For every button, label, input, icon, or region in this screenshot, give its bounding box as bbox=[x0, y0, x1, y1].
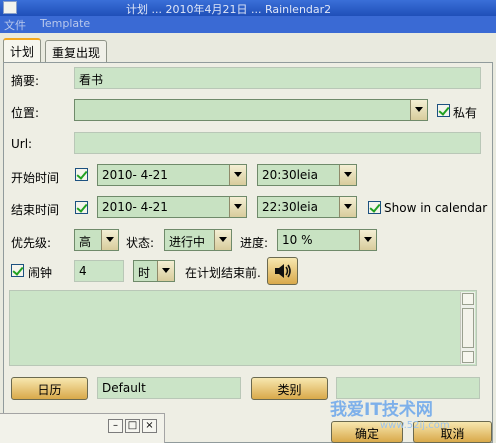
priority-select[interactable]: 高 bbox=[74, 229, 119, 251]
scroll-down-icon[interactable] bbox=[462, 351, 474, 363]
private-label: 私有 bbox=[453, 106, 478, 120]
window-title: 计划 ... 2010年4月21日 ... Rainlendar2 bbox=[126, 3, 332, 16]
menu-template[interactable]: Template bbox=[40, 17, 90, 30]
alarm-checkbox[interactable] bbox=[11, 264, 24, 277]
summary-input[interactable]: 看书 bbox=[74, 67, 481, 89]
chevron-down-icon[interactable] bbox=[214, 230, 231, 250]
end-time-value: 22:30leia bbox=[262, 200, 318, 214]
end-date-value: 2010- 4-21 bbox=[102, 200, 168, 214]
status-select[interactable]: 进行中 bbox=[164, 229, 232, 251]
menu-file[interactable]: 文件 bbox=[4, 17, 26, 33]
alarm-label: 闹钟 bbox=[28, 266, 53, 280]
progress-value: 10 % bbox=[282, 233, 313, 247]
watermark-brand: 我爱IT技术网 bbox=[330, 400, 433, 420]
chevron-down-icon[interactable] bbox=[339, 165, 356, 185]
url-input[interactable] bbox=[74, 132, 481, 154]
start-time-value: 20:30leia bbox=[262, 168, 318, 182]
priority-value: 高 bbox=[79, 235, 92, 249]
alarm-amount-input[interactable]: 4 bbox=[74, 260, 124, 282]
chevron-down-icon[interactable] bbox=[410, 100, 427, 120]
location-select[interactable] bbox=[74, 99, 428, 121]
summary-label: 摘要: bbox=[11, 74, 40, 88]
tab-strip: 计划 重复出现 bbox=[0, 33, 496, 63]
end-time-label: 结束时间 bbox=[11, 203, 60, 217]
chevron-down-icon[interactable] bbox=[229, 165, 246, 185]
start-time-label: 开始时间 bbox=[11, 171, 60, 185]
background-window: – □ × bbox=[0, 413, 165, 443]
status-label: 状态: bbox=[126, 236, 155, 250]
tab-recurrence[interactable]: 重复出现 bbox=[45, 40, 107, 62]
tab-plan[interactable]: 计划 bbox=[3, 38, 42, 63]
start-time-select[interactable]: 20:30leia bbox=[257, 164, 357, 186]
location-label: 位置: bbox=[11, 106, 40, 120]
status-value: 进行中 bbox=[169, 235, 206, 249]
end-time-select[interactable]: 22:30leia bbox=[257, 196, 357, 218]
minimize-icon[interactable]: – bbox=[108, 419, 123, 433]
start-time-checkbox[interactable] bbox=[75, 168, 88, 181]
priority-label: 优先级: bbox=[11, 236, 52, 250]
watermark-url: www.52ij.com bbox=[380, 420, 450, 431]
progress-select[interactable]: 10 % bbox=[277, 229, 377, 251]
alarm-unit-value: 时 bbox=[138, 266, 151, 280]
show-in-calendar-label: Show in calendar bbox=[384, 201, 488, 215]
end-date-select[interactable]: 2010- 4-21 bbox=[97, 196, 247, 218]
alarm-unit-select[interactable]: 时 bbox=[133, 260, 175, 282]
menu-bar: 文件 Template bbox=[0, 16, 496, 33]
calendar-button[interactable]: 日历 bbox=[11, 377, 88, 400]
chevron-down-icon[interactable] bbox=[359, 230, 376, 250]
chevron-down-icon[interactable] bbox=[339, 197, 356, 217]
alarm-when-label: 在计划结束前. bbox=[185, 266, 261, 280]
title-bar: 计划 ... 2010年4月21日 ... Rainlendar2 bbox=[0, 0, 496, 16]
sound-button[interactable] bbox=[267, 257, 298, 285]
app-icon bbox=[3, 1, 17, 14]
speaker-icon bbox=[275, 264, 291, 278]
url-label: Url: bbox=[11, 137, 33, 151]
start-date-value: 2010- 4-21 bbox=[102, 168, 168, 182]
chevron-down-icon[interactable] bbox=[157, 261, 174, 281]
scroll-thumb[interactable] bbox=[462, 308, 474, 348]
maximize-icon[interactable]: □ bbox=[125, 419, 140, 433]
category-button[interactable]: 类别 bbox=[251, 377, 328, 400]
end-time-checkbox[interactable] bbox=[75, 201, 88, 214]
scroll-up-icon[interactable] bbox=[462, 293, 474, 305]
progress-label: 进度: bbox=[240, 236, 269, 250]
chevron-down-icon[interactable] bbox=[229, 197, 246, 217]
notes-textarea[interactable] bbox=[9, 290, 477, 366]
chevron-down-icon[interactable] bbox=[101, 230, 118, 250]
notes-scrollbar[interactable] bbox=[460, 292, 475, 364]
close-icon[interactable]: × bbox=[142, 419, 157, 433]
start-date-select[interactable]: 2010- 4-21 bbox=[97, 164, 247, 186]
calendar-value: Default bbox=[97, 377, 241, 399]
show-in-calendar-checkbox[interactable] bbox=[368, 201, 381, 214]
private-checkbox[interactable] bbox=[437, 104, 450, 117]
